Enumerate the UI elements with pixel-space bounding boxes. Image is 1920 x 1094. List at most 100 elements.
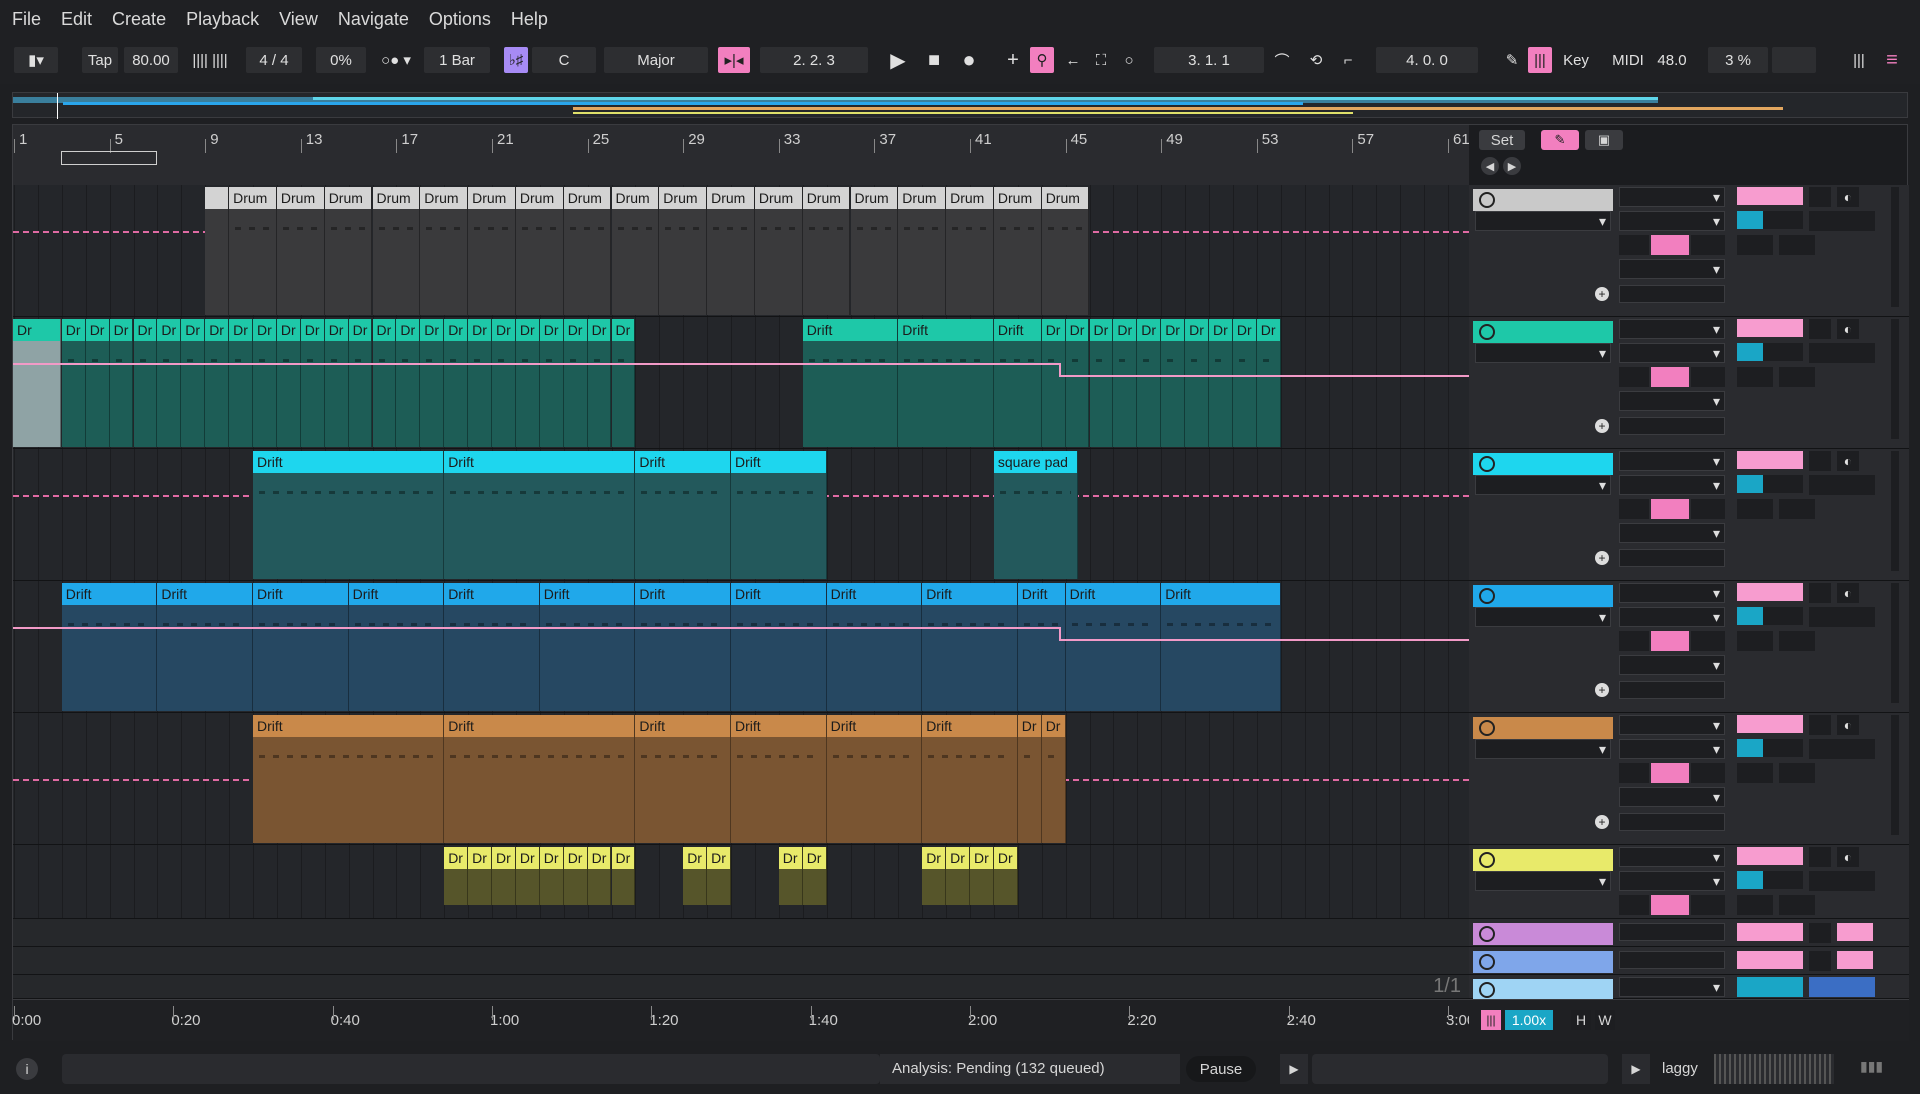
clip[interactable]: Dr (324, 319, 349, 447)
monitor-auto-button[interactable] (1651, 499, 1689, 519)
arm-icon[interactable]: ◐ (1837, 583, 1859, 603)
clip[interactable]: Drum (372, 187, 421, 315)
clip[interactable]: Dr (85, 319, 110, 447)
clip[interactable]: Dr (157, 319, 182, 447)
automation-arm-icon[interactable]: ⚲ (1030, 47, 1054, 73)
add-device-icon[interactable]: + (1595, 683, 1609, 697)
output-select[interactable] (1619, 655, 1725, 675)
clip[interactable]: Drift (993, 319, 1042, 447)
clip[interactable]: Drum (707, 187, 755, 315)
pan-field[interactable] (1809, 343, 1875, 363)
monitor-off-button[interactable] (1691, 235, 1725, 255)
clip[interactable]: Dr (707, 847, 731, 905)
solo-button[interactable] (1809, 319, 1831, 339)
clip[interactable]: Drum (659, 187, 708, 315)
fold-icon[interactable] (1479, 720, 1495, 736)
solo-button[interactable] (1809, 923, 1831, 943)
monitor-off-button[interactable] (1691, 499, 1725, 519)
clip[interactable]: Dr (372, 319, 397, 447)
return-input-slot[interactable] (1619, 923, 1725, 941)
monitor-auto-button[interactable] (1651, 367, 1689, 387)
return-activator[interactable] (1737, 951, 1803, 969)
key-root-select[interactable]: C (532, 47, 596, 73)
clip[interactable]: Drift (348, 583, 445, 711)
time-signature-field[interactable]: 4 / 4 (246, 47, 302, 73)
clip[interactable]: Drift (253, 451, 445, 579)
pan-field[interactable] (1809, 607, 1875, 627)
automation-parameter-select[interactable] (1475, 739, 1611, 759)
track-activator[interactable] (1737, 715, 1803, 733)
main-track-header[interactable] (1469, 975, 1909, 1001)
return-input-slot[interactable] (1619, 951, 1725, 969)
clip[interactable]: Drum (229, 187, 277, 315)
menu-icon[interactable]: ≡ (1878, 47, 1906, 73)
clip[interactable]: Drift (444, 451, 636, 579)
track-name[interactable] (1473, 321, 1613, 343)
menu-navigate[interactable]: Navigate (338, 9, 409, 30)
menu-create[interactable]: Create (112, 9, 166, 30)
fold-icon[interactable] (1479, 852, 1495, 868)
draw-mode-icon[interactable]: ✎ (1500, 47, 1524, 73)
clip[interactable]: Dr (1017, 715, 1042, 843)
input-type-select[interactable] (1619, 451, 1725, 471)
clip[interactable]: square pad (993, 451, 1078, 579)
solo-button[interactable] (1809, 715, 1831, 735)
clip[interactable]: Dr (300, 319, 325, 447)
loop-switch-icon[interactable]: ⟲ (1304, 47, 1328, 73)
monitor-auto-button[interactable] (1651, 235, 1689, 255)
automation-parameter-select[interactable] (1475, 343, 1611, 363)
volume-field[interactable] (1737, 343, 1803, 361)
tap-tempo-button[interactable]: Tap (82, 47, 118, 73)
clip[interactable]: Drift (635, 715, 731, 843)
clip[interactable]: Drift (635, 583, 731, 711)
pan-field[interactable] (1809, 871, 1875, 891)
input-channel-select[interactable] (1619, 343, 1725, 363)
input-type-select[interactable] (1619, 715, 1725, 735)
solo-button[interactable] (1809, 951, 1831, 971)
clip[interactable]: Dr (802, 847, 827, 905)
clip[interactable] (205, 187, 230, 315)
clip[interactable]: Dr (1113, 319, 1138, 447)
clip[interactable]: Dr (1232, 319, 1257, 447)
clip[interactable]: Dr (563, 847, 588, 905)
solo-button[interactable] (1809, 847, 1831, 867)
loop-circle-icon[interactable]: ○ (1118, 47, 1140, 73)
clip[interactable]: Dr (205, 319, 230, 447)
quantize-select[interactable]: 1 Bar (424, 47, 490, 73)
clip[interactable]: Dr (993, 847, 1018, 905)
clip[interactable]: Dr (515, 847, 540, 905)
arm-icon[interactable]: ◐ (1837, 319, 1859, 339)
clip[interactable]: Drift (444, 715, 636, 843)
track-activator[interactable] (1737, 319, 1803, 337)
clip[interactable]: Drift (1161, 583, 1281, 711)
input-channel-select[interactable] (1619, 475, 1725, 495)
clip[interactable]: Dr (563, 319, 588, 447)
track-lane-a-reverb[interactable] (13, 919, 1469, 947)
loop-length-field[interactable]: 4. 0. 0 (1376, 47, 1478, 73)
clip[interactable]: Dr (611, 319, 636, 447)
clip[interactable]: Dr (1065, 319, 1090, 447)
menu-playback[interactable]: Playback (186, 9, 259, 30)
input-channel-select[interactable] (1619, 211, 1725, 231)
input-type-select[interactable] (1619, 847, 1725, 867)
input-type-select[interactable] (1619, 187, 1725, 207)
metronome-icon[interactable]: |||| |||| (190, 47, 230, 73)
time-ruler[interactable]: 0:00 0:20 0:40 1:00 1:20 1:40 2:00 2:20 2:40 3:00 (12, 999, 1475, 1041)
menu-view[interactable]: View (279, 9, 318, 30)
track-activator[interactable] (1737, 583, 1803, 601)
track-header[interactable]: ◐ (1469, 845, 1909, 919)
clip[interactable]: Drum (1041, 187, 1090, 315)
clip[interactable]: Drum (611, 187, 660, 315)
arm-icon[interactable]: ◐ (1837, 451, 1859, 471)
track-name[interactable] (1473, 585, 1613, 607)
clip[interactable]: Dr (539, 847, 564, 905)
volume-field[interactable] (1737, 607, 1803, 625)
clip[interactable]: Drift (731, 583, 827, 711)
track-header[interactable]: ◐ + (1469, 185, 1909, 317)
clip[interactable]: Drum (802, 187, 851, 315)
track-lane-square-pad[interactable]: Drift Drift Drift Drift square pad (13, 449, 1469, 581)
clip[interactable]: Dr (253, 319, 277, 447)
output-select[interactable] (1619, 391, 1725, 411)
clip[interactable]: Drum (993, 187, 1042, 315)
clip[interactable]: Dr (444, 319, 469, 447)
